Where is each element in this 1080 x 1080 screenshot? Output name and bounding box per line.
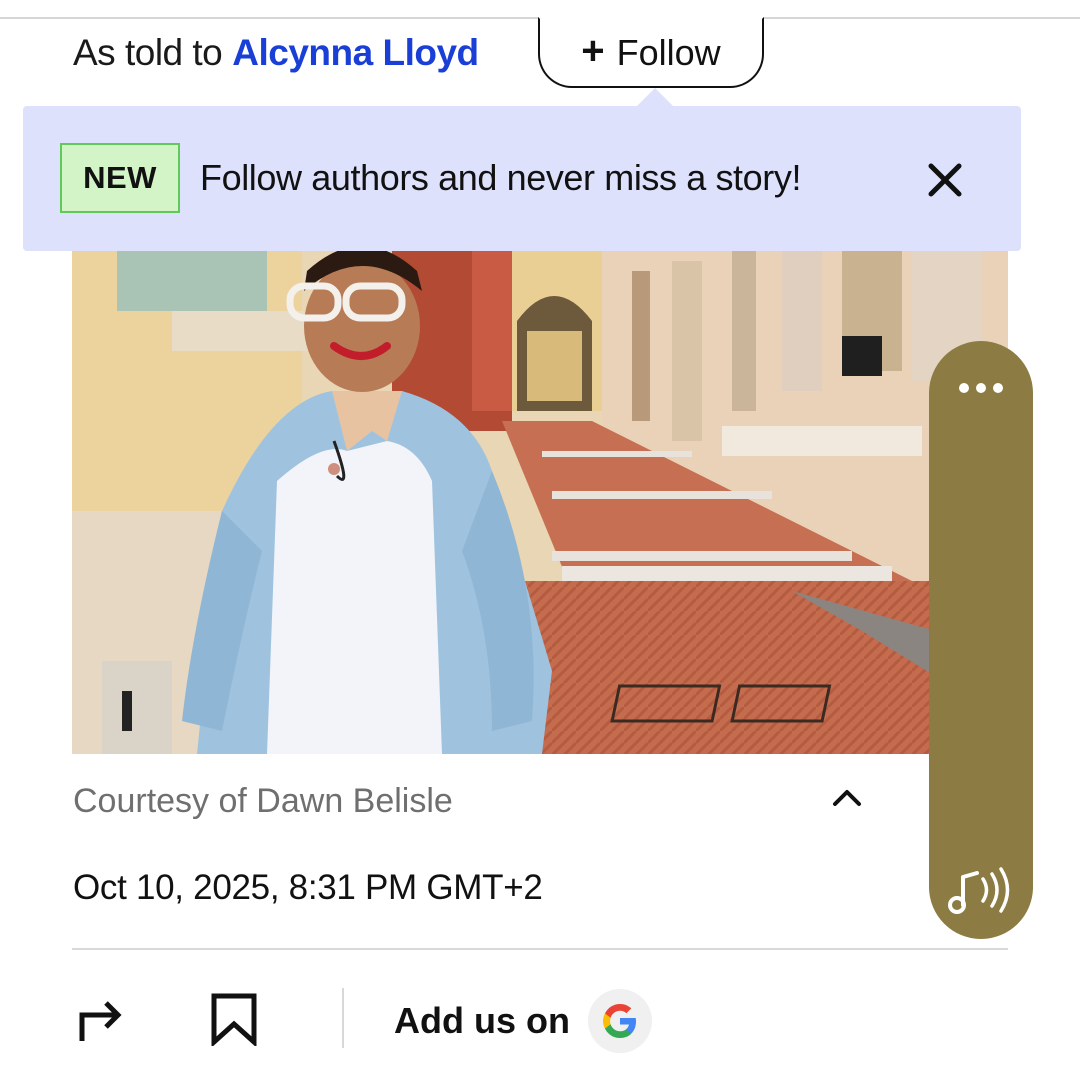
new-badge: NEW	[60, 143, 180, 213]
more-dots-icon[interactable]	[951, 373, 1011, 403]
follow-label: Follow	[616, 31, 721, 73]
author-link[interactable]: Alcynna Lloyd	[232, 32, 479, 74]
share-icon[interactable]	[72, 995, 128, 1045]
plus-icon: +	[581, 28, 605, 73]
bookmark-icon[interactable]	[208, 992, 260, 1048]
follow-button[interactable]: + Follow	[538, 17, 764, 88]
byline: As told to Alcynna Lloyd	[73, 30, 479, 76]
action-separator	[342, 988, 344, 1048]
photo-illustration	[72, 251, 1008, 754]
google-icon[interactable]	[588, 989, 652, 1053]
byline-prefix: As told to	[73, 32, 223, 73]
follow-tooltip: NEW Follow authors and never miss a stor…	[23, 88, 1021, 251]
article-photo	[72, 251, 1008, 754]
close-icon[interactable]	[923, 158, 967, 202]
add-us-label[interactable]: Add us on	[394, 1000, 570, 1042]
bottom-divider	[72, 948, 1008, 950]
tooltip-text: Follow authors and never miss a story!	[200, 157, 802, 198]
audio-player	[929, 341, 1033, 939]
chevron-up-icon[interactable]	[828, 782, 866, 812]
photo-caption: Courtesy of Dawn Belisle	[73, 782, 453, 820]
audio-note-icon[interactable]	[943, 859, 1019, 921]
publish-date: Oct 10, 2025, 8:31 PM GMT+2	[73, 868, 543, 907]
